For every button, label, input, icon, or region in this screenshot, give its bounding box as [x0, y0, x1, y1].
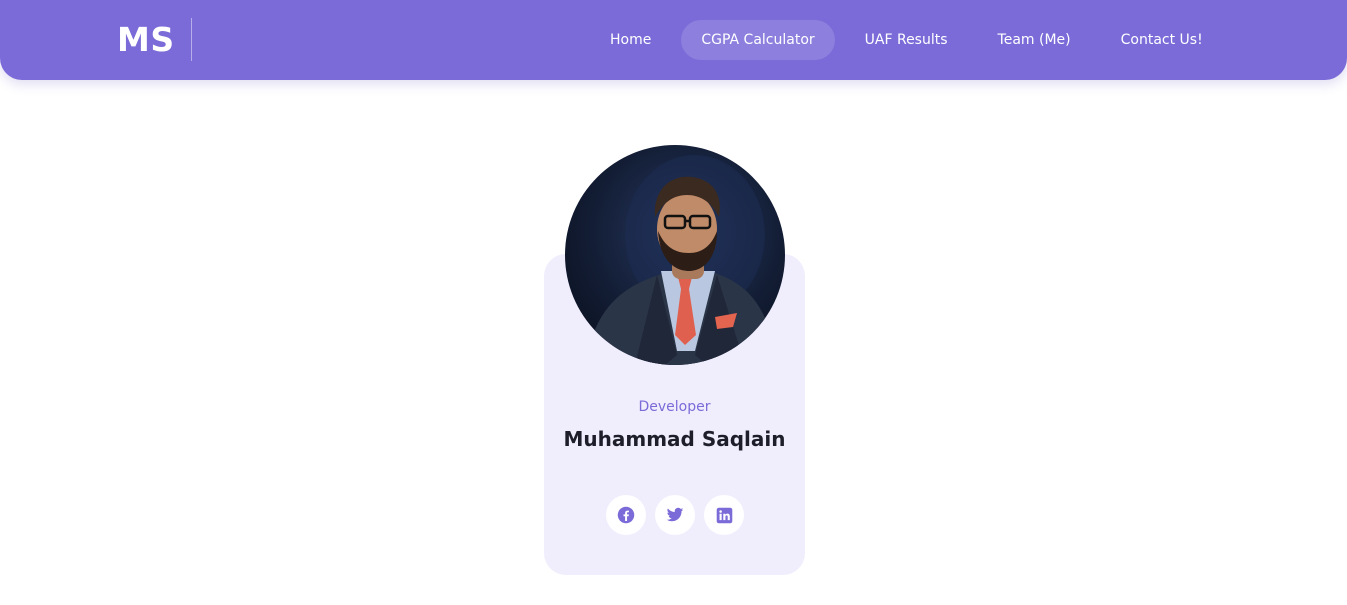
linkedin-button[interactable]: [704, 495, 744, 535]
nav-uaf-results-link[interactable]: UAF Results: [845, 20, 968, 60]
twitter-button[interactable]: [655, 495, 695, 535]
twitter-icon: [666, 507, 684, 522]
nav-home-link[interactable]: Home: [590, 20, 671, 60]
nav-team-link[interactable]: Team (Me): [978, 20, 1091, 60]
navbar: MS Home CGPA Calculator UAF Results Team…: [0, 0, 1347, 80]
nav-contact-link[interactable]: Contact Us!: [1101, 20, 1223, 60]
facebook-button[interactable]: [606, 495, 646, 535]
avatar-photo: [585, 155, 777, 365]
nav-links: Home CGPA Calculator UAF Results Team (M…: [590, 20, 1223, 60]
social-links: [606, 495, 744, 535]
facebook-icon: [617, 506, 635, 524]
nav-cgpa-calculator-link[interactable]: CGPA Calculator: [681, 20, 835, 60]
profile-role: Developer: [638, 399, 711, 415]
brand-logo[interactable]: MS: [117, 19, 175, 61]
profile-name: Muhammad Saqlain: [563, 427, 786, 451]
linkedin-icon: [716, 507, 732, 523]
avatar: [565, 145, 785, 365]
brand-divider: [191, 18, 192, 61]
